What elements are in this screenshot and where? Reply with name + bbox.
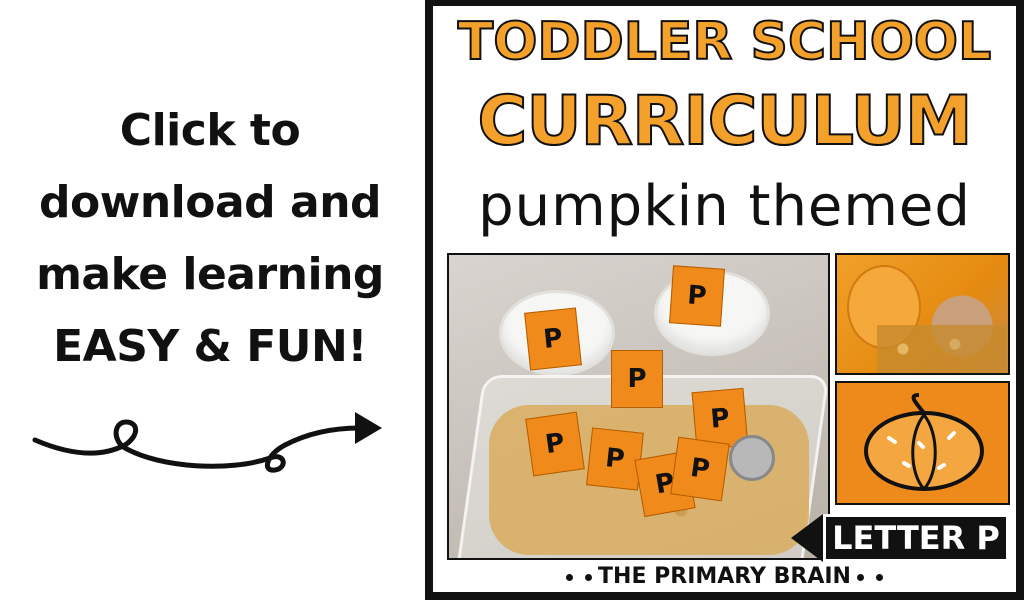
title-line-2: CURRICULUM [476,81,973,162]
letter-card: P [670,436,730,502]
promo-text[interactable]: Click to download and make learning EASY… [0,95,420,383]
letter-card: P [525,411,585,477]
measuring-scoop [729,435,775,481]
product-card-inner: TODDLER SCHOOL CURRICULUM pumpkin themed… [433,6,1016,592]
letter-card: P [611,350,663,408]
letter-badge: LETTER P [823,514,1009,562]
product-card[interactable]: TODDLER SCHOOL CURRICULUM pumpkin themed… [425,0,1024,600]
badge-arrow [791,514,823,562]
pumpkin-icon [864,393,984,491]
promo-line-2: download and [38,177,382,228]
pumpkin-craft-photo [835,381,1010,505]
title-line-1: TODDLER SCHOOL [457,11,992,73]
brand-footer: THE PRIMARY BRAIN [433,564,1016,589]
curly-arrow-icon [32,412,382,473]
promo-line-4: EASY & FUN! [53,321,367,372]
brand-name: THE PRIMARY BRAIN [598,564,851,589]
letter-badge-text: LETTER P [832,519,1000,557]
pumpkin-seeds-photo [835,253,1010,375]
promo-line-1: Click to [119,105,301,156]
promo-line-3: make learning [36,249,384,300]
letter-card: P [669,265,725,327]
subtitle: pumpkin themed [478,174,971,239]
main-activity-photo: P P P P P P P P [447,253,830,560]
letter-card: P [524,307,582,371]
